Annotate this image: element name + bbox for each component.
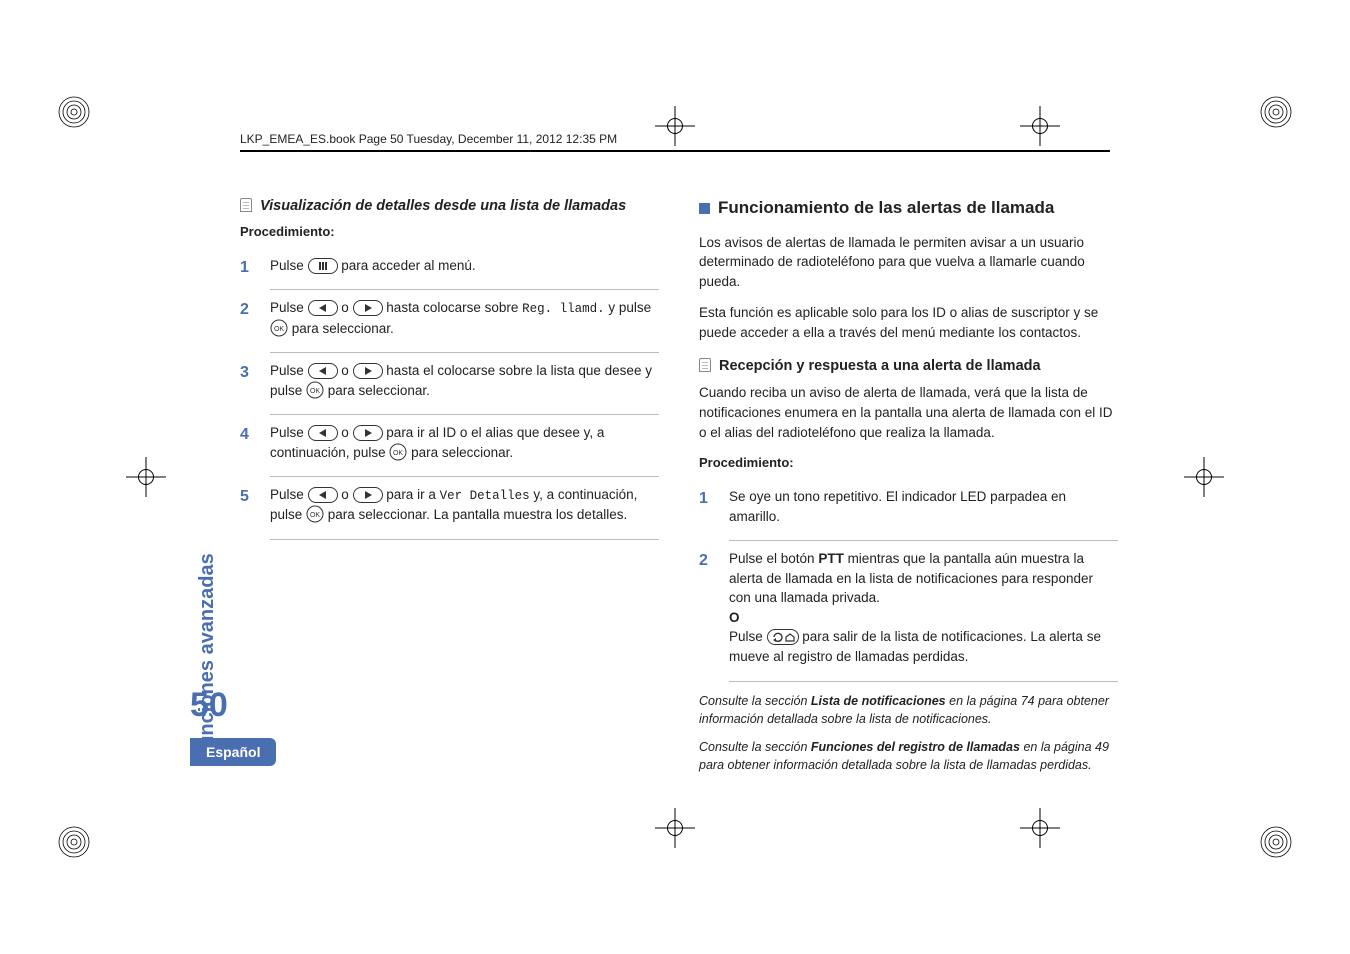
left-heading-text: Visualización de detalles desde una list… <box>260 198 626 214</box>
step-body: Pulse o hasta colocarse sobre Reg. llamd… <box>270 298 659 344</box>
step-5: 5 Pulse o para ir a Ver Detalles y, a co… <box>240 481 659 535</box>
print-crosshair <box>1184 457 1224 497</box>
nav-right-key-icon <box>353 300 383 316</box>
left-steps: 1 Pulse para acceder al menú. 2 Pulse o … <box>240 252 659 540</box>
step-3: 3 Pulse o hasta el colocarse sobre la li… <box>240 357 659 410</box>
step-body: Pulse el botón PTT mientras que la panta… <box>729 549 1118 672</box>
step-number: 5 <box>240 485 256 508</box>
step-number: 1 <box>240 256 256 279</box>
svg-text:OK: OK <box>393 450 403 457</box>
right-main-heading: Funcionamiento de las alertas de llamada <box>699 196 1118 221</box>
menu-path-text: Reg. llamd. <box>522 302 605 316</box>
heading-bullet-icon <box>699 203 710 214</box>
or-label: O <box>729 610 740 625</box>
step-divider <box>729 681 1118 682</box>
step-divider <box>270 289 659 290</box>
procedure-label: Procedimiento: <box>240 223 659 242</box>
back-home-key-icon <box>767 629 799 645</box>
procedure-label: Procedimiento: <box>699 454 1118 473</box>
step-body: Se oye un tono repetitivo. El indicador … <box>729 487 1118 532</box>
nav-right-key-icon <box>353 487 383 503</box>
step-4: 4 Pulse o para ir al ID o el alias que d… <box>240 419 659 472</box>
nav-right-key-icon <box>353 363 383 379</box>
nav-left-key-icon <box>308 300 338 316</box>
step-divider <box>270 414 659 415</box>
svg-text:OK: OK <box>274 326 284 333</box>
paragraph: Los avisos de alertas de llamada le perm… <box>699 233 1118 292</box>
step-divider <box>270 539 659 540</box>
right-steps: 1 Se oye un tono repetitivo. El indicado… <box>699 483 1118 682</box>
footnote-ref: Lista de notificaciones <box>811 694 946 708</box>
nav-left-key-icon <box>308 363 338 379</box>
ok-key-icon: OK <box>270 319 288 337</box>
nav-left-key-icon <box>308 425 338 441</box>
side-section-text: Funciones avanzadas <box>196 553 219 760</box>
footnote-2: Consulte la sección Funciones del regist… <box>699 738 1118 774</box>
step-number: 3 <box>240 361 256 384</box>
ok-key-icon: OK <box>306 381 324 399</box>
print-registration-mark <box>56 94 92 130</box>
print-registration-mark <box>1258 94 1294 130</box>
content-area: Visualización de detalles desde una list… <box>240 196 1118 774</box>
right-column: Funcionamiento de las alertas de llamada… <box>699 196 1118 774</box>
step-body: Pulse o para ir a Ver Detalles y, a cont… <box>270 485 659 531</box>
step-number: 1 <box>699 487 715 510</box>
left-column: Visualización de detalles desde una list… <box>240 196 659 774</box>
nav-right-key-icon <box>353 425 383 441</box>
step-2: 2 Pulse o hasta colocarse sobre Reg. lla… <box>240 294 659 348</box>
print-crosshair <box>126 457 166 497</box>
footnote-1: Consulte la sección Lista de notificacio… <box>699 692 1118 728</box>
page-number: 50 <box>190 686 228 725</box>
step-body: Pulse o hasta el colocarse sobre la list… <box>270 361 659 406</box>
svg-text:OK: OK <box>310 512 320 519</box>
right-sub-heading: Recepción y respuesta a una alerta de ll… <box>699 356 1118 377</box>
step-number: 2 <box>699 549 715 572</box>
menu-path-text: Ver Detalles <box>440 489 530 503</box>
ok-key-icon: OK <box>389 443 407 461</box>
running-head-rule <box>240 150 1110 152</box>
step-divider <box>270 476 659 477</box>
doc-icon <box>699 358 711 372</box>
ptt-label: PTT <box>818 551 844 566</box>
running-head: LKP_EMEA_ES.book Page 50 Tuesday, Decemb… <box>240 132 1110 152</box>
ok-key-icon: OK <box>306 505 324 523</box>
step-number: 4 <box>240 423 256 446</box>
step-body: Pulse para acceder al menú. <box>270 256 659 282</box>
step-number: 2 <box>240 298 256 321</box>
footnote-ref: Funciones del registro de llamadas <box>811 740 1020 754</box>
r-step-1: 1 Se oye un tono repetitivo. El indicado… <box>699 483 1118 536</box>
paragraph: Esta función es aplicable solo para los … <box>699 303 1118 342</box>
print-registration-mark <box>1258 824 1294 860</box>
left-heading: Visualización de detalles desde una list… <box>240 196 659 217</box>
right-sub-heading-text: Recepción y respuesta a una alerta de ll… <box>719 358 1041 374</box>
menu-key-icon <box>308 258 338 274</box>
step-body: Pulse o para ir al ID o el alias que des… <box>270 423 659 468</box>
svg-text:OK: OK <box>310 388 320 395</box>
r-step-2: 2 Pulse el botón PTT mientras que la pan… <box>699 545 1118 676</box>
right-main-heading-text: Funcionamiento de las alertas de llamada <box>718 198 1054 217</box>
nav-left-key-icon <box>308 487 338 503</box>
print-crosshair <box>655 808 695 848</box>
step-divider <box>270 352 659 353</box>
running-head-text: LKP_EMEA_ES.book Page 50 Tuesday, Decemb… <box>240 132 617 146</box>
step-divider <box>729 540 1118 541</box>
doc-icon <box>240 198 252 212</box>
step-1: 1 Pulse para acceder al menú. <box>240 252 659 286</box>
paragraph: Cuando reciba un aviso de alerta de llam… <box>699 383 1118 442</box>
print-crosshair <box>1020 808 1060 848</box>
print-registration-mark <box>56 824 92 860</box>
